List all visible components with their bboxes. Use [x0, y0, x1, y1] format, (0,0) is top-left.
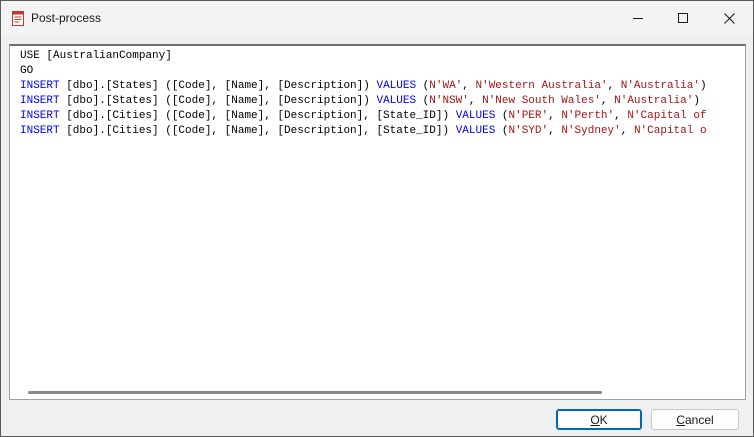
window-title: Post-process: [31, 11, 102, 25]
document-script-icon: [12, 11, 24, 26]
code-line: INSERT [dbo].[Cities] ([Code], [Name], […: [20, 125, 707, 137]
cancel-mnemonic: C: [676, 412, 685, 427]
code-line: USE [AustralianCompany]: [20, 50, 172, 62]
minimize-icon: [633, 13, 643, 23]
close-button[interactable]: [706, 1, 752, 35]
cancel-button[interactable]: Cancel: [651, 409, 739, 430]
close-icon: [723, 12, 735, 24]
title-bar[interactable]: Post-process: [1, 1, 753, 35]
sql-code-text[interactable]: USE [AustralianCompany] GO INSERT [dbo].[S…: [20, 49, 707, 139]
code-line: INSERT [dbo].[States] ([Code], [Name], […: [20, 95, 700, 107]
ok-button[interactable]: OK: [556, 409, 642, 430]
cancel-label-rest: ancel: [684, 412, 714, 427]
horizontal-scrollbar[interactable]: [10, 387, 745, 399]
ok-label-rest: K: [599, 412, 608, 427]
code-line: INSERT [dbo].[Cities] ([Code], [Name], […: [20, 110, 707, 122]
code-line: INSERT [dbo].[States] ([Code], [Name], […: [20, 80, 707, 92]
horizontal-scrollbar-thumb[interactable]: [28, 391, 602, 394]
maximize-button[interactable]: [660, 1, 706, 35]
code-line: GO: [20, 65, 34, 77]
sql-script-editor[interactable]: USE [AustralianCompany] GO INSERT [dbo].[S…: [9, 44, 746, 400]
ok-mnemonic: O: [590, 412, 600, 427]
maximize-icon: [678, 13, 688, 23]
post-process-dialog: Post-process USE [AustralianCompany] GO IN…: [0, 0, 754, 437]
minimize-button[interactable]: [615, 1, 661, 35]
